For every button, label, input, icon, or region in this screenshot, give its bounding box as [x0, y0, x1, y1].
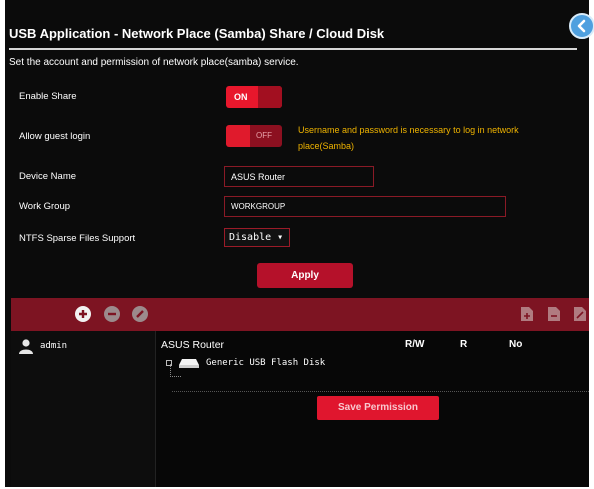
title-divider — [9, 48, 577, 50]
save-permission-button[interactable]: Save Permission — [317, 396, 439, 420]
toggle-knob — [258, 86, 282, 108]
delete-folder-icon[interactable] — [547, 306, 561, 322]
no-column-header: No — [509, 339, 523, 350]
add-folder-icon[interactable] — [520, 306, 534, 322]
back-arrow-icon — [577, 19, 586, 33]
user-icon — [19, 339, 33, 354]
device-node: ASUS Router — [161, 339, 225, 351]
divider — [172, 391, 589, 392]
toggle-off-text: OFF — [256, 131, 272, 140]
r-column-header: R — [460, 339, 468, 350]
slash-glyph — [136, 310, 144, 318]
guest-login-note: Username and password is necessary to lo… — [298, 125, 519, 151]
allow-guest-toggle[interactable]: OFF — [226, 125, 282, 147]
add-icon[interactable] — [75, 306, 91, 322]
disk-node[interactable]: Generic USB Flash Disk — [166, 357, 325, 369]
enable-share-toggle[interactable]: ON — [226, 86, 282, 108]
page: USB Application - Network Place (Samba) … — [0, 0, 594, 489]
expand-toggle-icon[interactable] — [166, 360, 172, 366]
disk-name: Generic USB Flash Disk — [206, 358, 326, 368]
page-description: Set the account and permission of networ… — [9, 57, 299, 68]
allow-guest-label: Allow guest login — [19, 131, 91, 142]
apply-button[interactable]: Apply — [257, 263, 353, 288]
ntfs-sparse-label: NTFS Sparse Files Support — [19, 233, 136, 244]
page-title: USB Application - Network Place (Samba) … — [9, 26, 385, 41]
back-button[interactable] — [569, 13, 594, 39]
enable-share-label: Enable Share — [19, 91, 77, 102]
plus-glyph — [79, 310, 87, 318]
toggle-on-text: ON — [234, 92, 248, 102]
edit-icon[interactable] — [132, 306, 148, 322]
device-name-field[interactable]: ASUS Router — [224, 166, 374, 187]
rename-folder-icon[interactable] — [573, 306, 587, 322]
ntfs-sparse-select[interactable]: Disable ▾ — [224, 228, 290, 247]
account-item[interactable]: admin — [18, 337, 148, 355]
work-group-label: Work Group — [19, 201, 71, 212]
account-name: admin — [40, 341, 68, 351]
usb-disk-icon — [179, 359, 199, 368]
work-group-field[interactable]: WORKGROUP — [224, 196, 506, 217]
remove-icon[interactable] — [104, 306, 120, 322]
top-border — [5, 0, 589, 8]
toggle-knob — [226, 125, 250, 147]
minus-glyph — [108, 312, 116, 316]
rw-column-header: R/W — [405, 339, 425, 350]
device-name-label: Device Name — [19, 171, 77, 182]
account-toolbar — [11, 298, 589, 331]
